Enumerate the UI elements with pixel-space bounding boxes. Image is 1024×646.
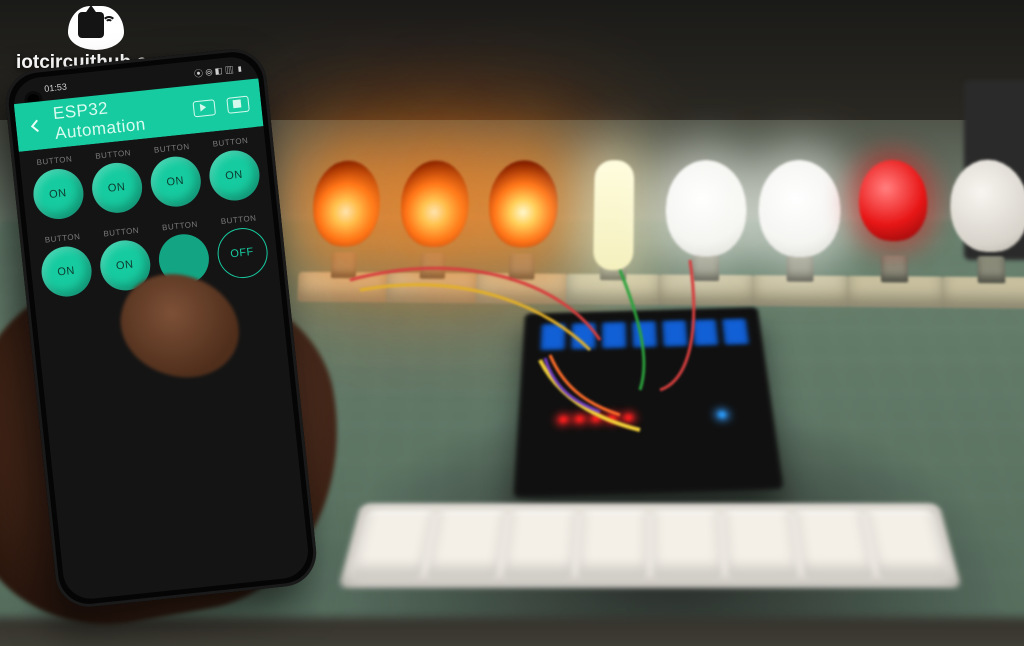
switch-strip: [338, 503, 962, 588]
bulb-1: [306, 161, 385, 279]
button-widget-4: BUTTONON: [202, 135, 266, 215]
play-icon[interactable]: [192, 99, 216, 117]
widget-label: BUTTON: [162, 220, 198, 233]
bulb-7: [853, 160, 936, 283]
widget-label: BUTTON: [44, 232, 80, 245]
button-widget-2: BUTTONON: [84, 147, 148, 227]
status-time: 01:53: [44, 82, 67, 94]
bulb-8: [947, 160, 1024, 284]
bulb-4: [574, 160, 653, 280]
widget-label: BUTTON: [212, 136, 248, 149]
relay-board: [513, 307, 783, 497]
widget-label: BUTTON: [95, 148, 131, 161]
toggle-button-on[interactable]: ON: [206, 148, 261, 203]
button-widget-1: BUTTONON: [26, 153, 90, 233]
rocker-switch[interactable]: [351, 511, 434, 579]
bulb-3: [484, 160, 563, 280]
rocker-switch[interactable]: [426, 511, 504, 579]
bulb-rail: [306, 79, 1024, 284]
toggle-button-on[interactable]: ON: [39, 244, 94, 299]
status-icons-right: ⦿ ⦾ ◧ ▥ ▮: [193, 62, 244, 80]
chevron-left-icon[interactable]: [28, 118, 43, 133]
rocker-switch[interactable]: [795, 511, 873, 579]
watermark-logo: [68, 6, 124, 50]
bulb-2: [394, 160, 473, 279]
widget-label: BUTTON: [154, 142, 190, 155]
button-widget-5: BUTTONON: [34, 231, 98, 311]
button-widget-3: BUTTONON: [143, 141, 207, 221]
rocker-switch[interactable]: [866, 511, 949, 579]
widget-label: BUTTON: [36, 154, 72, 167]
bulb-6: [759, 160, 840, 282]
toggle-button-on[interactable]: ON: [89, 160, 144, 215]
toggle-button-on[interactable]: ON: [30, 167, 85, 222]
button-widget-8: BUTTONOFF: [210, 212, 274, 292]
rocker-switch[interactable]: [724, 511, 798, 579]
widget-label: BUTTON: [220, 213, 256, 226]
widget-label: BUTTON: [103, 226, 139, 239]
toggle-button-off[interactable]: OFF: [215, 226, 270, 281]
stop-icon[interactable]: [226, 96, 250, 114]
rocker-switch[interactable]: [502, 511, 576, 579]
toggle-button-on[interactable]: ON: [148, 154, 203, 209]
rocker-switch[interactable]: [653, 511, 723, 579]
bulb-5: [666, 160, 745, 281]
rocker-switch[interactable]: [578, 511, 648, 579]
